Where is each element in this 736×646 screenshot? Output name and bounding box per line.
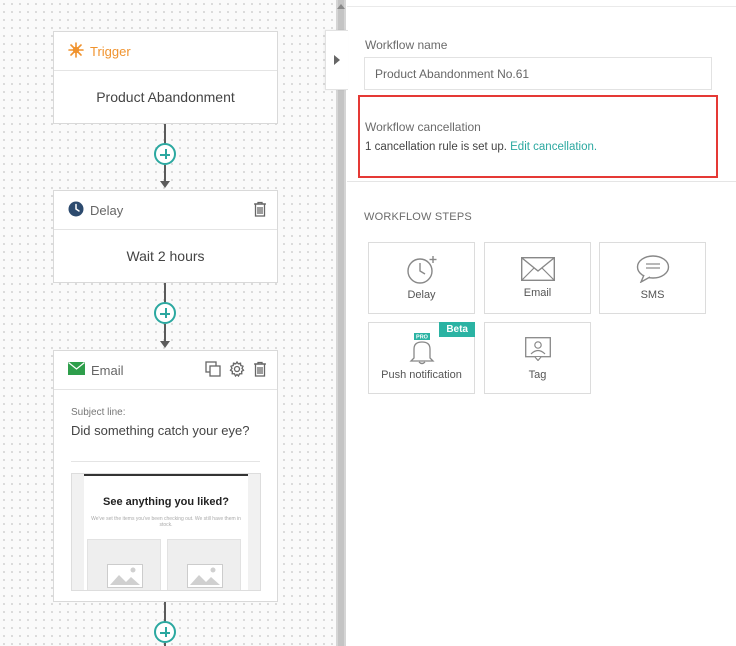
pro-badge-text: PRO — [416, 335, 429, 341]
delay-card[interactable]: Delay Wait 2 hours — [53, 190, 278, 283]
trigger-body: Product Abandonment — [96, 89, 235, 105]
workflow-cancellation-label: Workflow cancellation — [365, 120, 481, 134]
add-step-button[interactable] — [154, 143, 176, 165]
speech-bubble-icon — [636, 255, 669, 283]
step-sms[interactable]: SMS — [599, 242, 706, 314]
bell-pro-icon: PRO — [408, 333, 435, 365]
add-step-button[interactable] — [154, 621, 176, 643]
delay-header-label: Delay — [90, 202, 124, 218]
delay-card-header: Delay — [54, 191, 277, 230]
email-preview[interactable]: See anything you liked? We've set the it… — [71, 473, 261, 591]
panel-divider — [347, 181, 736, 182]
email-card-header: Email — [54, 351, 277, 390]
sun-icon — [68, 41, 84, 61]
connector-arrow — [160, 341, 170, 348]
image-icon — [107, 564, 143, 588]
step-tag[interactable]: Tag — [484, 322, 591, 394]
gear-icon[interactable] — [229, 360, 245, 380]
cancellation-count: 1 — [365, 141, 372, 153]
step-label: Email — [523, 287, 552, 299]
email-preview-page: See anything you liked? We've set the it… — [84, 474, 248, 590]
edit-cancellation-link[interactable]: Edit cancellation. — [510, 141, 597, 153]
product-image-placeholder — [167, 539, 241, 590]
beta-badge: Beta — [439, 322, 475, 337]
subject-text: Did something catch your eye? — [71, 423, 250, 438]
duplicate-icon[interactable] — [205, 361, 221, 380]
trigger-card[interactable]: Trigger Product Abandonment — [53, 31, 278, 124]
preview-text: We've set the items you've been checking… — [91, 516, 241, 528]
envelope-icon — [68, 362, 85, 378]
cancellation-highlight — [358, 95, 718, 178]
envelope-icon — [520, 257, 555, 281]
step-label: SMS — [640, 289, 665, 301]
chevron-right-icon — [334, 55, 340, 65]
connector-line — [164, 165, 166, 181]
email-header-label: Email — [91, 362, 124, 378]
delay-body: Wait 2 hours — [126, 248, 205, 264]
trigger-header-label: Trigger — [90, 43, 131, 59]
cancellation-status: 1 cancellation rule is set up. Edit canc… — [365, 141, 597, 153]
workflow-steps-title: WORKFLOW STEPS — [364, 211, 472, 223]
subject-label: Subject line: — [71, 407, 126, 418]
trigger-card-header: Trigger — [54, 32, 277, 71]
step-label: Push notification — [381, 369, 462, 381]
step-delay[interactable]: Delay — [368, 242, 475, 314]
connector-line — [164, 283, 166, 303]
connector-line — [164, 324, 166, 341]
cancellation-text: cancellation rule is set up. — [374, 141, 507, 153]
preview-title: See anything you liked? — [103, 496, 229, 508]
step-push-notification[interactable]: Beta PRO Push notification — [368, 322, 475, 394]
collapse-panel-button[interactable] — [325, 30, 348, 90]
step-label: Delay — [407, 289, 436, 301]
connector-line — [164, 124, 166, 144]
clock-plus-icon — [406, 256, 436, 284]
email-divider — [71, 461, 260, 462]
tag-user-icon — [524, 337, 551, 361]
connector-line — [164, 602, 166, 622]
image-icon — [187, 564, 223, 588]
step-email[interactable]: Email — [484, 242, 591, 314]
scrollbar-thumb[interactable] — [338, 0, 344, 646]
workflow-name-input[interactable] — [364, 57, 712, 90]
panel-top-border — [347, 6, 736, 7]
product-image-placeholder — [87, 539, 161, 590]
connector-arrow — [160, 181, 170, 188]
clock-icon — [68, 201, 84, 220]
scroll-up-arrow-icon[interactable] — [337, 4, 345, 9]
add-step-button[interactable] — [154, 302, 176, 324]
trash-icon[interactable] — [253, 361, 267, 380]
workflow-name-label: Workflow name — [365, 38, 448, 52]
trash-icon[interactable] — [253, 201, 267, 220]
step-label: Tag — [528, 369, 547, 381]
